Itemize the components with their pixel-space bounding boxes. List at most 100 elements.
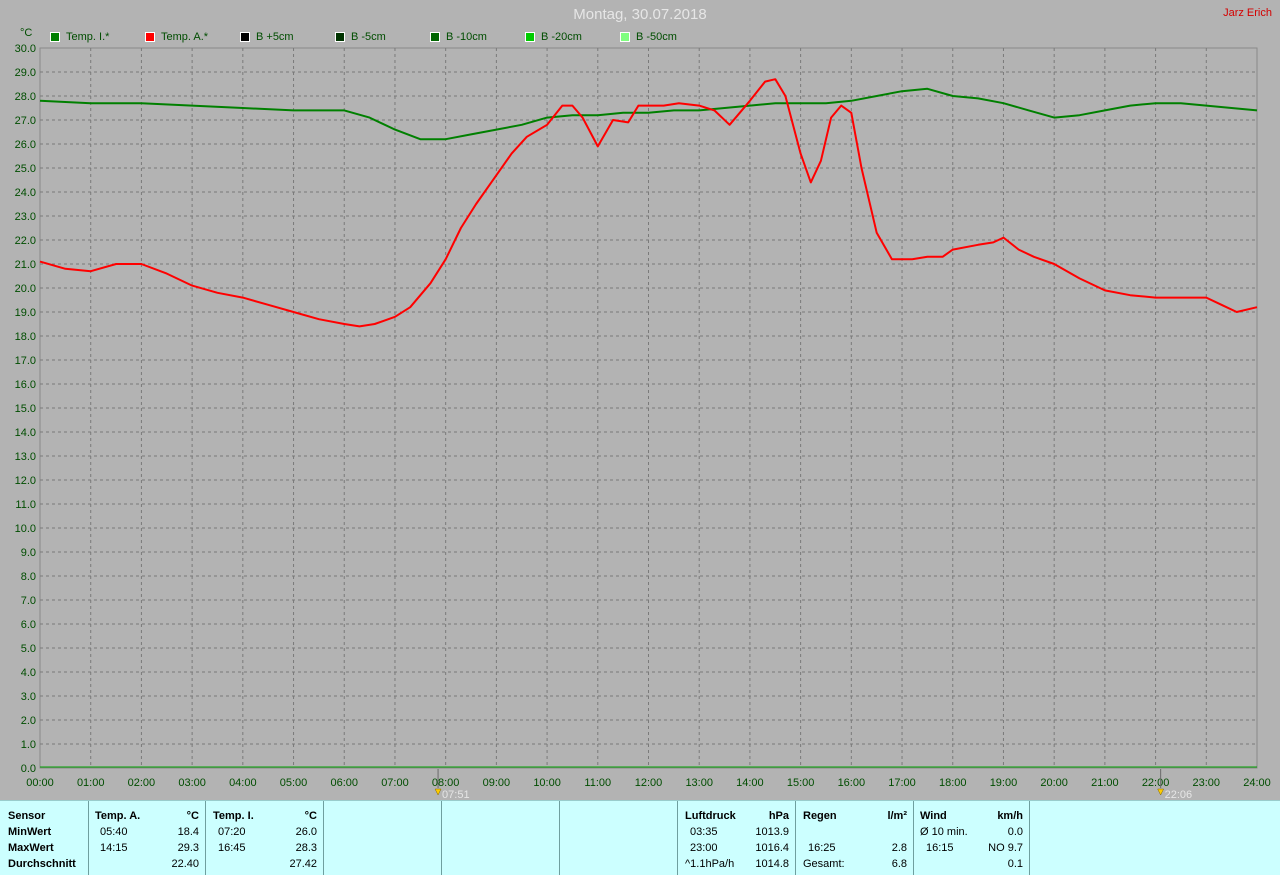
x-axis-labels: 00:00 01:00 02:00 03:00 04:00 05:00 06:00 07:00… [26, 777, 1271, 789]
y-tick-label: 22.0 [15, 235, 36, 247]
y-tick-label: 7.0 [21, 595, 36, 607]
x-tick-label: 18:00 [939, 777, 967, 789]
legend-swatch [50, 32, 60, 43]
legend-swatch [525, 32, 535, 43]
x-tick-label: 03:00 [178, 777, 206, 789]
x-tick-label: 19:00 [990, 777, 1018, 789]
temp-i-max-time: 16:45 [218, 842, 246, 854]
legend-item-b-minus50: B -50cm [620, 31, 677, 45]
stats-col-empty-3 [560, 801, 678, 875]
y-tick-label: 19.0 [15, 307, 36, 319]
legend-label: Temp. I.* [66, 31, 110, 43]
chart-grid [39, 47, 1258, 769]
x-tick-label: 17:00 [888, 777, 916, 789]
y-tick-label: 29.0 [15, 67, 36, 79]
x-tick-label: 05:00 [280, 777, 308, 789]
temp-i-min-time: 07:20 [218, 826, 246, 838]
temp-a-max-time: 14:15 [100, 842, 128, 854]
x-tick-label: 12:00 [635, 777, 663, 789]
temp-i-max-value: 28.3 [295, 842, 317, 854]
pressure-trend-value: 1014.8 [755, 858, 789, 870]
y-tick-label: 0.0 [21, 763, 36, 775]
legend-item-temp-i: Temp. I.* [50, 31, 109, 45]
y-tick-label: 25.0 [15, 163, 36, 175]
y-tick-label: 16.0 [15, 379, 36, 391]
pressure-unit: hPa [768, 810, 789, 822]
x-tick-label: 02:00 [128, 777, 156, 789]
wind-avg-label: Ø 10 min. [920, 826, 968, 838]
rain-unit: l/m² [887, 810, 907, 822]
legend: Temp. I.* Temp. A.* B +5cm B -5cm B -10c… [48, 31, 748, 45]
rain-total-value: 6.8 [891, 858, 907, 870]
y-tick-label: 6.0 [21, 619, 36, 631]
y-tick-label: 28.0 [15, 91, 36, 103]
pressure-header: Luftdruck [685, 810, 736, 822]
y-tick-label: 8.0 [21, 571, 36, 583]
legend-label: B +5cm [256, 31, 294, 43]
y-tick-label: 15.0 [15, 403, 36, 415]
legend-swatch [240, 32, 250, 43]
x-tick-label: 08:00 [432, 777, 460, 789]
temp-i-avg-value: 27.42 [289, 858, 317, 870]
wind-unit: km/h [997, 810, 1023, 822]
stats-col-wind: Wind km/h Ø 10 min. 0.0 16:15 NO 9.7 0.1 [914, 801, 1030, 875]
x-tick-label: 20:00 [1040, 777, 1068, 789]
pressure-min-value: 1013.9 [755, 826, 789, 838]
x-tick-label: 23:00 [1193, 777, 1221, 789]
stats-col-pressure: Luftdruck hPa 03:35 1013.9 23:00 1016.4 … [678, 801, 796, 875]
y-tick-label: 3.0 [21, 691, 36, 703]
legend-swatch [430, 32, 440, 43]
y-tick-label: 20.0 [15, 283, 36, 295]
stats-panel: Sensor MinWert MaxWert Durchschnitt Temp… [0, 800, 1280, 875]
legend-item-temp-a: Temp. A.* [145, 31, 208, 45]
y-tick-label: 24.0 [15, 187, 36, 199]
y-tick-label: 26.0 [15, 139, 36, 151]
x-tick-label: 06:00 [330, 777, 358, 789]
x-tick-label: 00:00 [26, 777, 54, 789]
legend-item-b-minus10: B -10cm [430, 31, 487, 45]
sensor-header: Sensor [8, 810, 46, 822]
y-tick-label: 5.0 [21, 643, 36, 655]
pressure-max-value: 1016.4 [755, 842, 789, 854]
wind-avg-value: 0.0 [1007, 826, 1023, 838]
legend-label: Temp. A.* [161, 31, 209, 43]
legend-item-b-minus5: B -5cm [335, 31, 386, 45]
legend-swatch [145, 32, 155, 43]
stats-col-empty-1 [324, 801, 442, 875]
y-axis-labels: 0.0 1.0 2.0 3.0 4.0 5.0 6.0 7.0 8.0 9.0 10.0 11.0 12… [15, 43, 36, 775]
rain-max-time: 16:25 [808, 842, 836, 854]
legend-label: B -10cm [446, 31, 487, 43]
author-label: Jarz Erich [1223, 7, 1272, 19]
rain-max-value: 2.8 [891, 842, 907, 854]
sunset-icon [1157, 788, 1165, 796]
legend-swatch [335, 32, 345, 43]
stats-col-temp-i: Temp. I. °C 07:20 26.0 16:45 28.3 27.42 [206, 801, 324, 875]
x-tick-label: 24:00 [1243, 777, 1271, 789]
x-tick-label: 21:00 [1091, 777, 1119, 789]
wind-max-value: NO 9.7 [988, 842, 1023, 854]
y-tick-label: 18.0 [15, 331, 36, 343]
x-tick-label: 01:00 [77, 777, 105, 789]
stats-col-temp-a: Temp. A. °C 05:40 18.4 14:15 29.3 22.40 [89, 801, 206, 875]
legend-swatch [620, 32, 630, 43]
x-tick-label: 16:00 [838, 777, 866, 789]
y-tick-label: 11.0 [15, 499, 36, 511]
stats-col-sensor: Sensor MinWert MaxWert Durchschnitt [0, 801, 89, 875]
y-tick-label: 9.0 [21, 547, 36, 559]
x-tick-label: 10:00 [533, 777, 561, 789]
legend-label: B -20cm [541, 31, 582, 43]
y-tick-label: 14.0 [15, 427, 36, 439]
y-tick-label: 1.0 [21, 739, 36, 751]
temp-i-min-value: 26.0 [295, 826, 317, 838]
y-tick-label: 23.0 [15, 211, 36, 223]
y-tick-label: 27.0 [15, 115, 36, 127]
x-tick-label: 09:00 [483, 777, 511, 789]
wind-last-value: 0.1 [1007, 858, 1023, 870]
temp-i-unit: °C [304, 810, 317, 822]
x-tick-label: 15:00 [787, 777, 815, 789]
y-tick-label: 4.0 [21, 667, 36, 679]
max-label: MaxWert [8, 842, 54, 854]
temp-a-header: Temp. A. [95, 810, 141, 822]
avg-label: Durchschnitt [8, 858, 76, 870]
stats-col-rain: Regen l/m² 16:25 2.8 Gesamt: 6.8 [796, 801, 914, 875]
